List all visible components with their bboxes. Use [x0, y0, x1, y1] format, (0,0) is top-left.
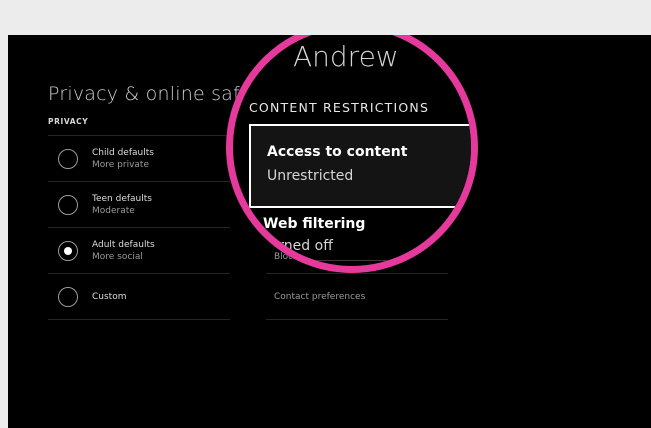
- content-restrictions-heading: CONTENT RESTRICTIONS: [249, 100, 430, 115]
- option-label: Adult defaults: [92, 239, 155, 250]
- option-label: Teen defaults: [92, 193, 152, 204]
- web-filtering-value: Turned off: [263, 238, 333, 254]
- privacy-option-custom[interactable]: Custom: [48, 274, 230, 320]
- access-to-content-button[interactable]: Access to content Unrestricted: [249, 124, 471, 208]
- web-filtering-label: Web filtering: [263, 216, 366, 232]
- access-to-content-value: Unrestricted: [267, 168, 354, 184]
- privacy-options-list: Child defaults More private Teen default…: [48, 135, 230, 320]
- divider: [263, 260, 463, 261]
- option-description: More private: [92, 159, 149, 170]
- user-name: Andrew: [293, 40, 399, 73]
- privacy-option-adult[interactable]: Adult defaults More social: [48, 228, 230, 274]
- privacy-option-child[interactable]: Child defaults More private: [48, 136, 230, 182]
- privacy-option-teen[interactable]: Teen defaults Moderate: [48, 182, 230, 228]
- page-title: Privacy & online saf: [48, 83, 240, 105]
- radio-button-icon[interactable]: [58, 148, 78, 169]
- settings-item-label: Contact preferences: [274, 291, 366, 302]
- settings-item-contact-preferences[interactable]: Contact preferences: [266, 274, 448, 320]
- xbox-settings-screen: Privacy & online saf PRIVACY Child defau…: [8, 35, 651, 428]
- radio-button-selected-icon[interactable]: [58, 240, 78, 261]
- option-label: Custom: [92, 291, 127, 302]
- web-filtering-button[interactable]: Web filtering Turned off: [263, 216, 365, 254]
- option-description: More social: [92, 251, 143, 262]
- radio-button-icon[interactable]: [58, 194, 78, 215]
- option-description: Moderate: [92, 205, 135, 216]
- section-label-privacy: PRIVACY: [48, 117, 89, 126]
- radio-button-icon[interactable]: [58, 286, 78, 307]
- access-to-content-label: Access to content: [267, 144, 408, 160]
- option-label: Child defaults: [92, 147, 154, 158]
